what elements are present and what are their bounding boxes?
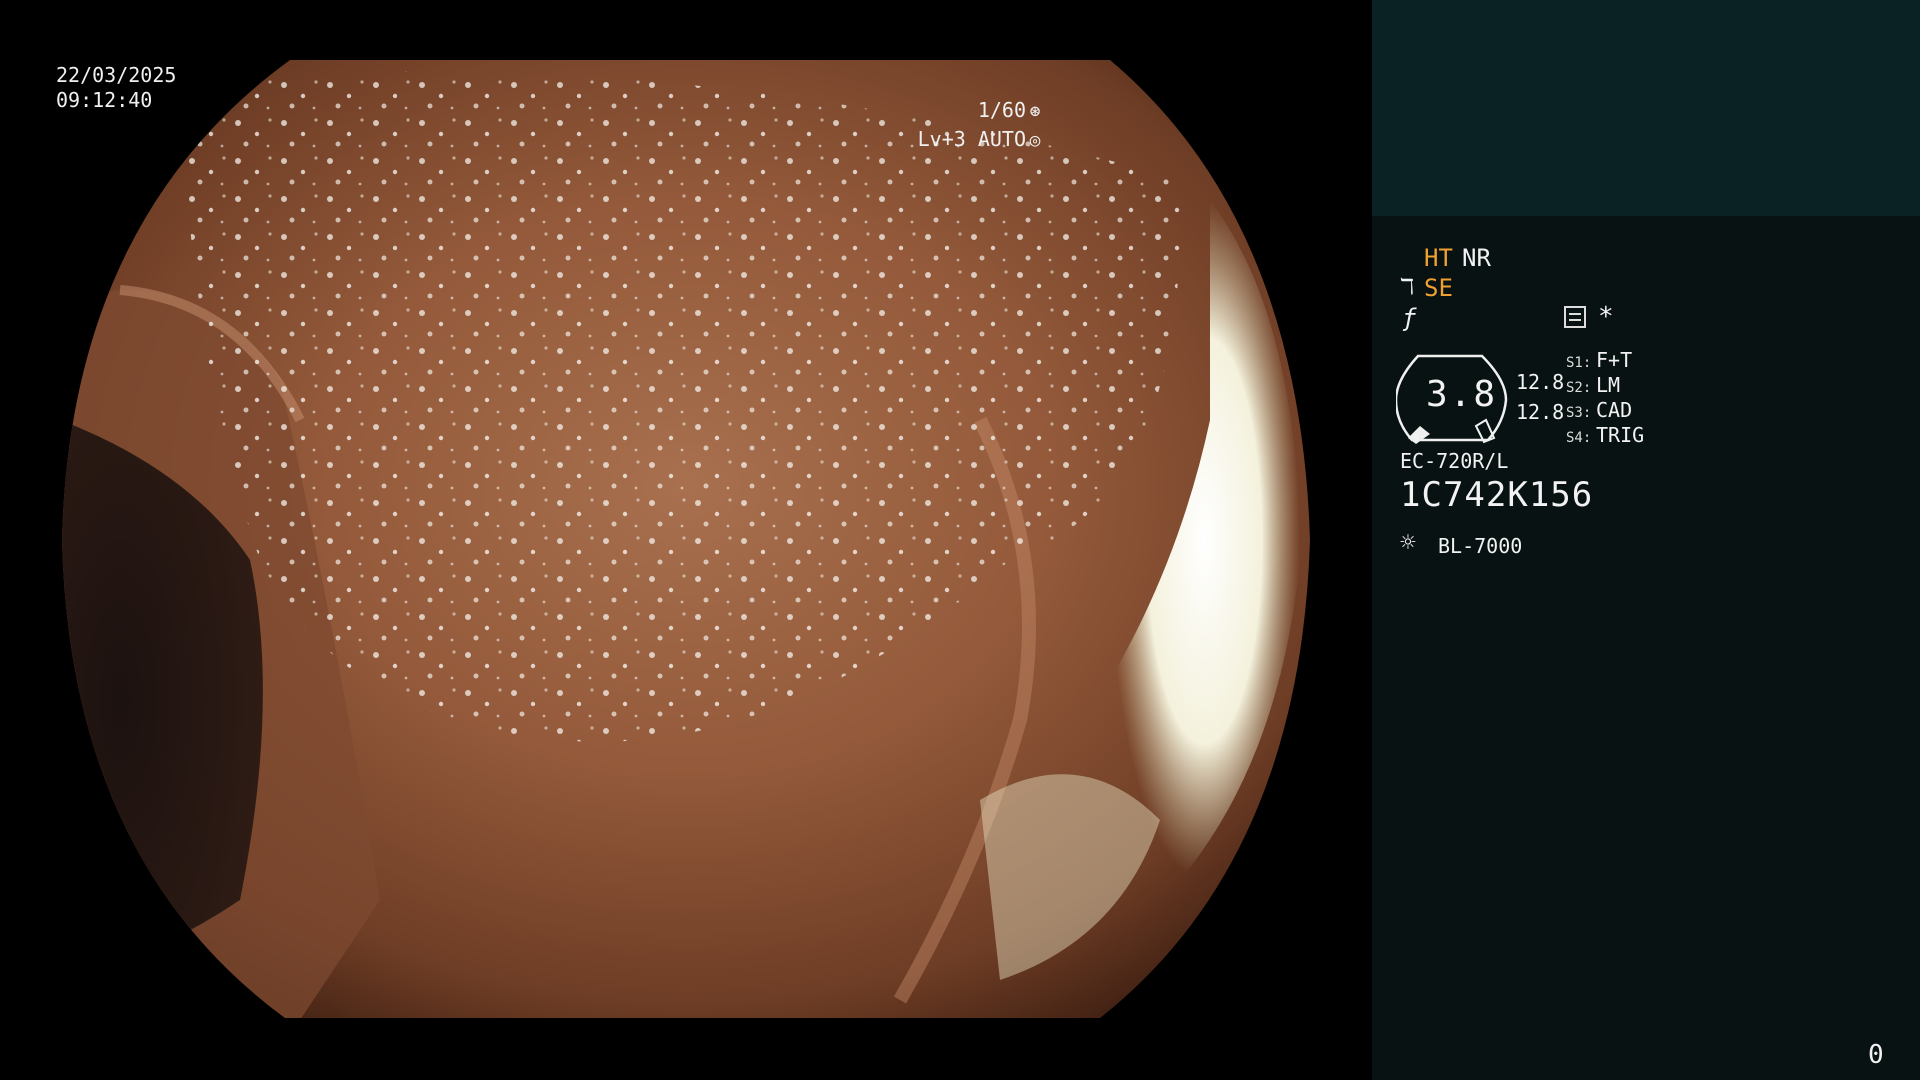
switch-4-label: S4: <box>1566 430 1592 446</box>
shutter-speed: 1/60 ⊛ <box>978 98 1044 124</box>
switch-3-label: S3: <box>1566 405 1592 421</box>
switch-2-value: LM <box>1596 373 1621 397</box>
endoscopy-monitor: 22/03/2025 09:12:40 1/60 ⊛ Lv+3 AUTO ◎ HT … <box>0 0 1920 1080</box>
brightness-level-value: Lv+3 AUTO <box>917 127 1026 151</box>
enhance-curve-icon: ℸ <box>1400 275 1415 300</box>
time-readout: 09:12:40 <box>56 88 153 112</box>
endoscope-view: 22/03/2025 09:12:40 1/60 ⊛ Lv+3 AUTO ◎ <box>0 0 1372 1080</box>
shutter-speed-value: 1/60 <box>977 98 1026 122</box>
switch-2-label: S2: <box>1566 380 1592 396</box>
date-readout: 22/03/2025 <box>56 63 177 87</box>
switch-1-label: S1: <box>1566 355 1592 371</box>
brightness-level: Lv+3 AUTO ◎ <box>918 127 1044 153</box>
info-panel: HT NR ℸ SE ƒ * 3.8 12.8 12.8 S1: F+T S2:… <box>1372 0 1920 1080</box>
light-source-model: BL-7000 <box>1438 534 1523 558</box>
sun-icon: ☼ <box>1400 528 1416 558</box>
f-slash-icon: ƒ <box>1402 304 1417 332</box>
shutter-icon: ⊛ <box>1029 101 1041 122</box>
scope-serial-number: 1C742K156 <box>1400 475 1594 515</box>
value-readout-1: 12.8 <box>1516 370 1565 394</box>
panel-header-area <box>1372 0 1920 216</box>
menu-icon <box>1564 306 1586 328</box>
switch-4-value: TRIG <box>1596 423 1645 447</box>
se-indicator: SE <box>1424 274 1453 302</box>
switch-3-value: CAD <box>1596 398 1633 422</box>
switch-1-value: F+T <box>1596 348 1633 372</box>
iris-icon: ◎ <box>1029 130 1041 151</box>
image-counter: 0 <box>1868 1040 1884 1070</box>
asterisk-indicator: * <box>1598 302 1614 332</box>
ht-indicator: HT <box>1424 244 1453 272</box>
scope-model: EC-720R/L <box>1400 449 1509 473</box>
nr-indicator: NR <box>1462 244 1491 272</box>
endoscopic-image <box>62 60 1310 1018</box>
gauge-value: 3.8 <box>1426 374 1498 415</box>
value-readout-2: 12.8 <box>1516 400 1565 424</box>
